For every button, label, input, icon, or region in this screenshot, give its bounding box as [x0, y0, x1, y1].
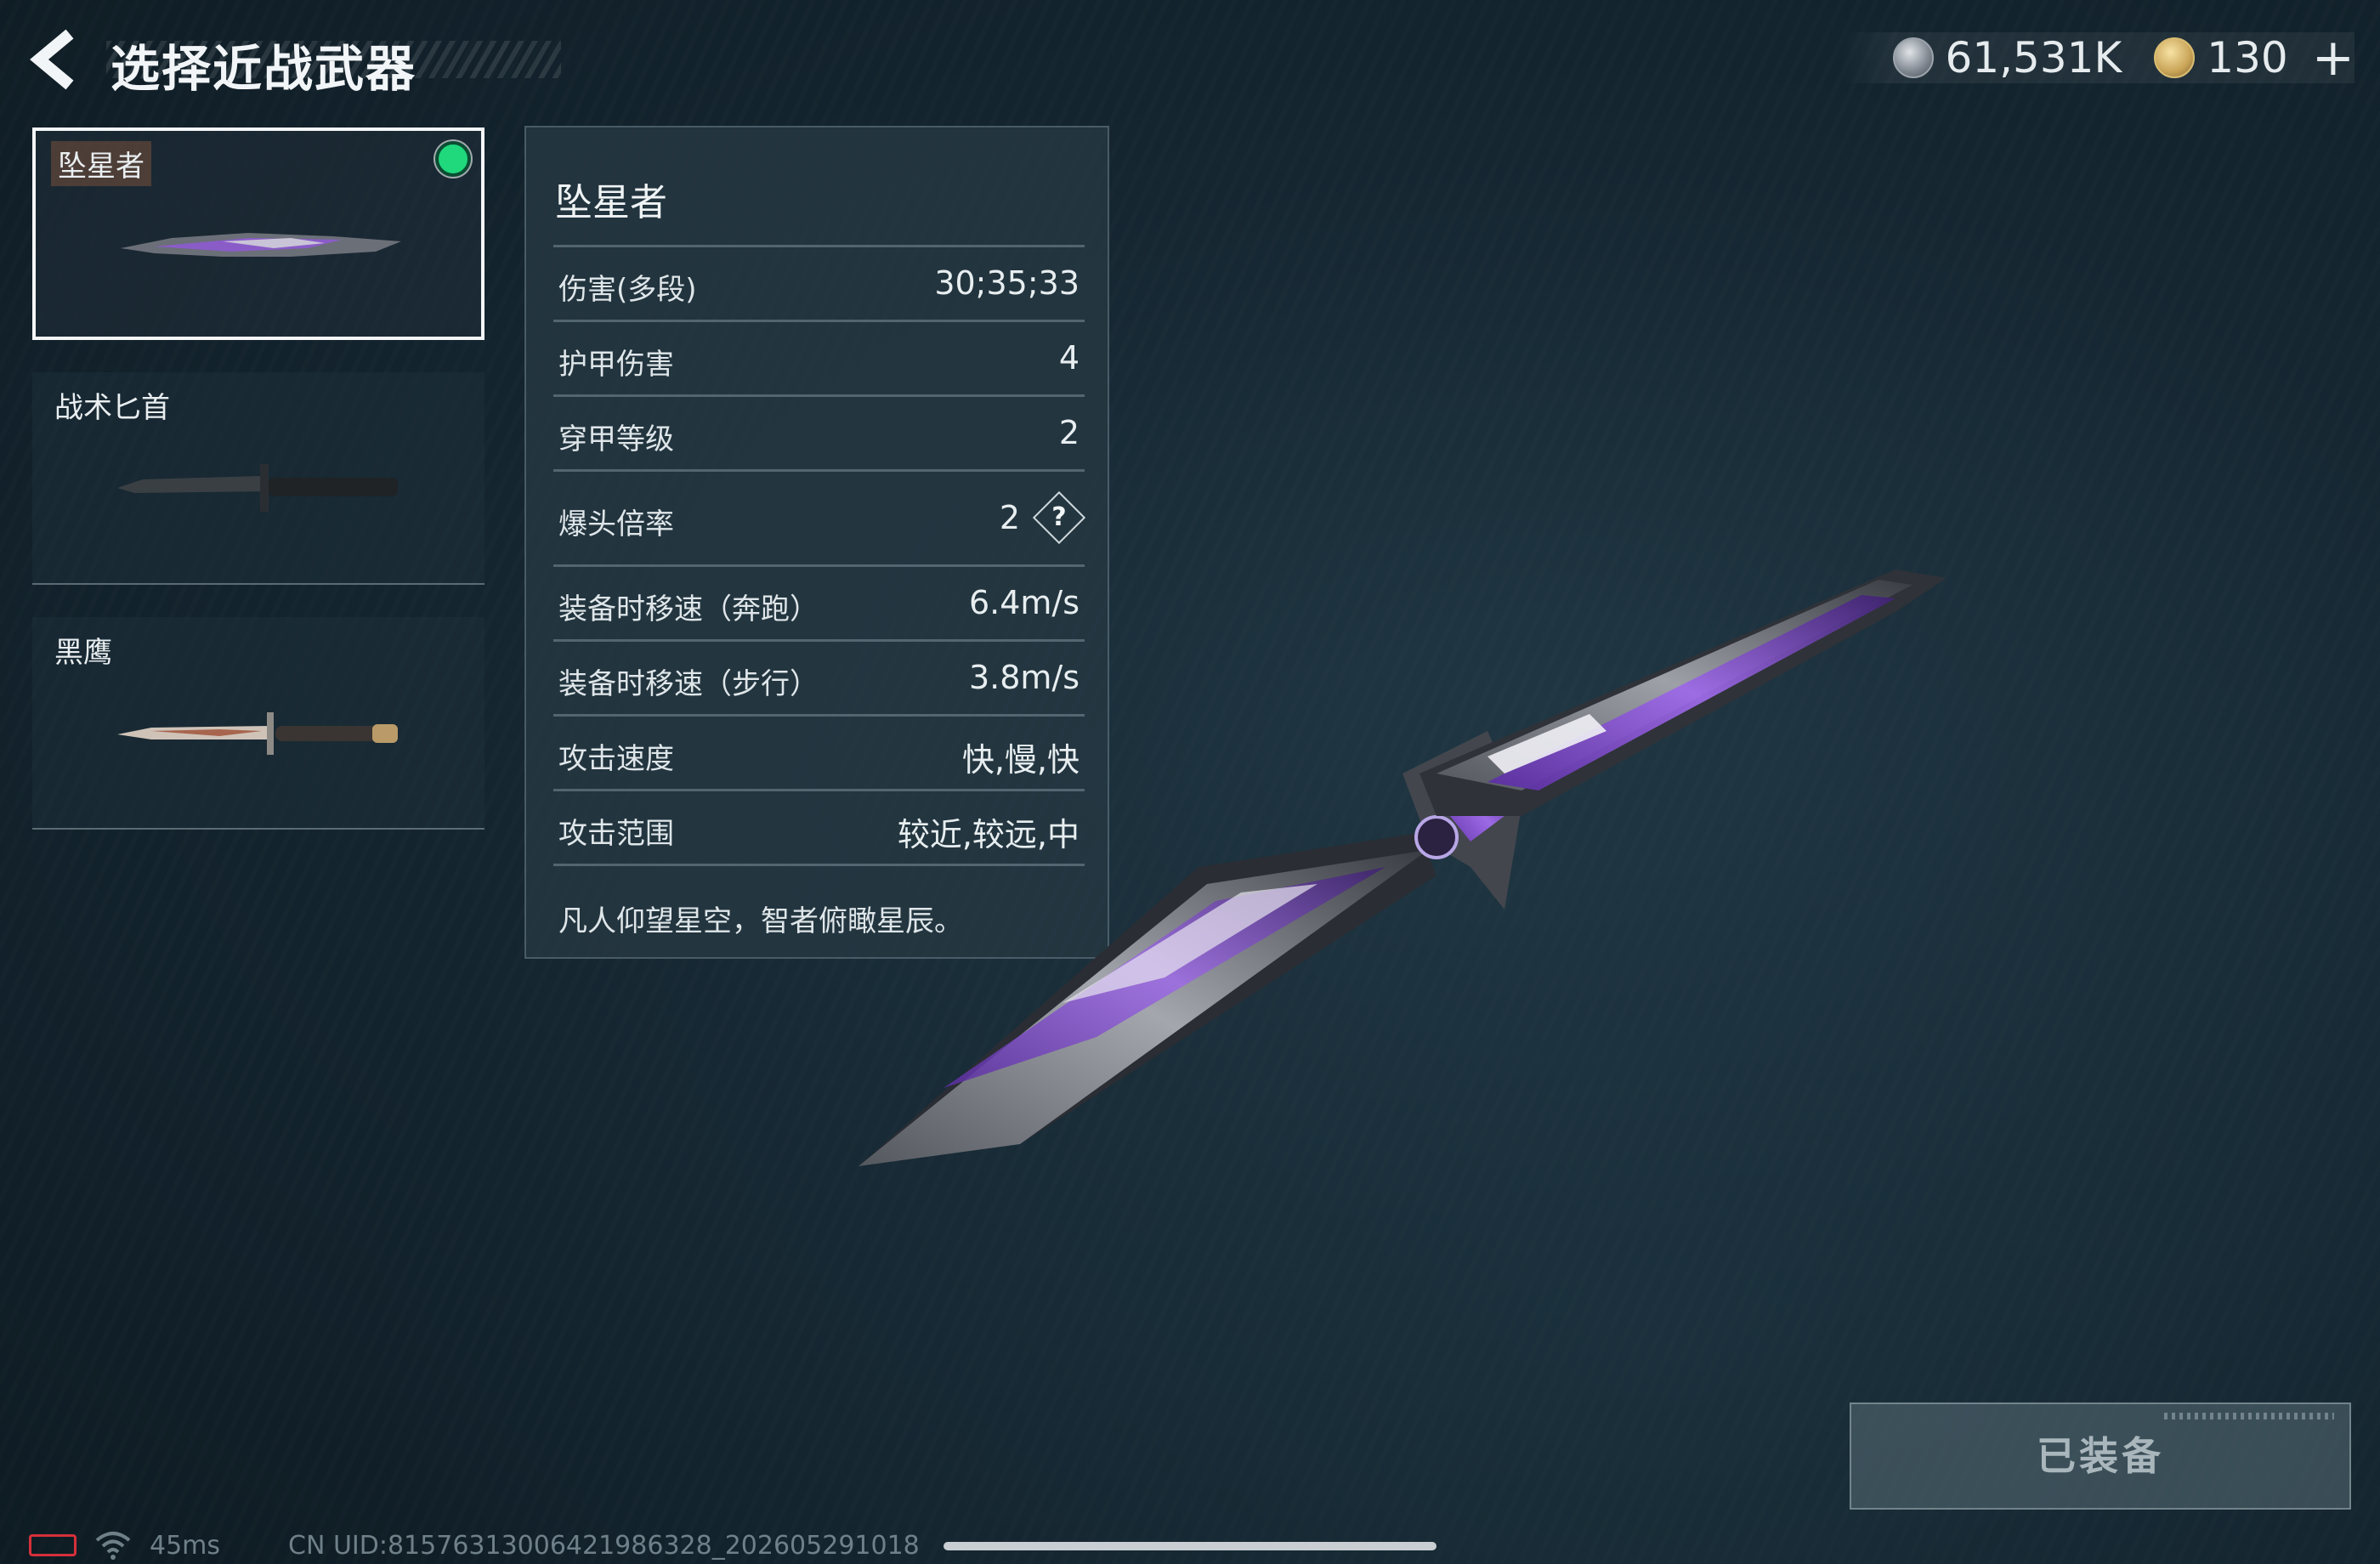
stat-label: 爆头倍率: [558, 507, 674, 541]
stat-label: 攻击速度: [558, 742, 674, 776]
starfall-blade-thumbnail: [121, 233, 401, 257]
back-button[interactable]: [26, 26, 85, 94]
stat-value: 30;35;33: [934, 264, 1080, 302]
black-hawk-knife-thumbnail: [117, 712, 398, 755]
silver-currency-value: 61,531K: [1945, 33, 2122, 82]
weapon-name: 战术匕首: [54, 391, 170, 425]
weapon-card-black-hawk[interactable]: 黑鹰: [32, 617, 484, 830]
weapon-name: 黑鹰: [54, 636, 112, 670]
stat-value: 4: [1058, 339, 1080, 377]
equipped-indicator-icon: [435, 141, 471, 177]
help-icon[interactable]: ?: [1032, 490, 1086, 545]
stat-label: 攻击范围: [558, 817, 674, 851]
weapon-card-tactical-dagger[interactable]: 战术匕首: [32, 372, 484, 585]
uid-text: CN UID:815763130064219863​28_20260529101…: [288, 1530, 920, 1561]
stat-label: 护甲伤害: [558, 348, 674, 382]
ping-text: 45ms: [150, 1530, 221, 1561]
currency-bar: 61,531K 130 +: [1841, 28, 2354, 88]
page-title: 选择近战武器: [110, 40, 417, 98]
back-arrow-icon: [30, 29, 74, 90]
tactical-dagger-thumbnail: [117, 464, 398, 512]
gold-token-icon: [2154, 37, 2196, 78]
stat-row-damage: 伤害(多段) 30;35;33: [553, 245, 1085, 322]
card-divider: [32, 828, 484, 830]
add-currency-button[interactable]: +: [2312, 28, 2354, 88]
stat-label: 穿甲等级: [558, 422, 674, 456]
silver-coin-icon: [1892, 37, 1934, 78]
panel-title: 坠星者: [555, 181, 667, 224]
stat-row-armor-damage: 护甲伤害 4: [553, 320, 1085, 397]
equipped-button-label: 已装备: [2037, 1433, 2164, 1479]
stat-value: 2: [1058, 414, 1080, 451]
home-indicator[interactable]: [944, 1542, 1436, 1550]
weapon-name: 坠星者: [51, 141, 151, 186]
stat-row-headshot-multiplier: 爆头倍率 2 ?: [553, 469, 1086, 567]
stat-label: 装备时移速（步行）: [558, 667, 819, 701]
weapon-card-starfall[interactable]: 坠星者: [32, 128, 484, 340]
battery-icon: [29, 1534, 76, 1556]
wifi-icon: [95, 1532, 131, 1560]
gold-currency-value: 130: [2207, 33, 2288, 82]
status-bar: 45ms CN UID:815763130064219863​28_202605…: [29, 1530, 920, 1561]
starfall-blade-render: [858, 570, 1946, 1166]
stat-label: 伤害(多段): [558, 273, 697, 307]
stat-value: 2: [999, 499, 1020, 536]
stat-row-penetration-level: 穿甲等级 2: [553, 394, 1085, 472]
card-divider: [32, 583, 484, 585]
equipped-button[interactable]: 已装备: [1850, 1402, 2351, 1510]
stat-label: 装备时移速（奔跑）: [558, 592, 819, 626]
button-decoration: [2164, 1413, 2334, 1420]
